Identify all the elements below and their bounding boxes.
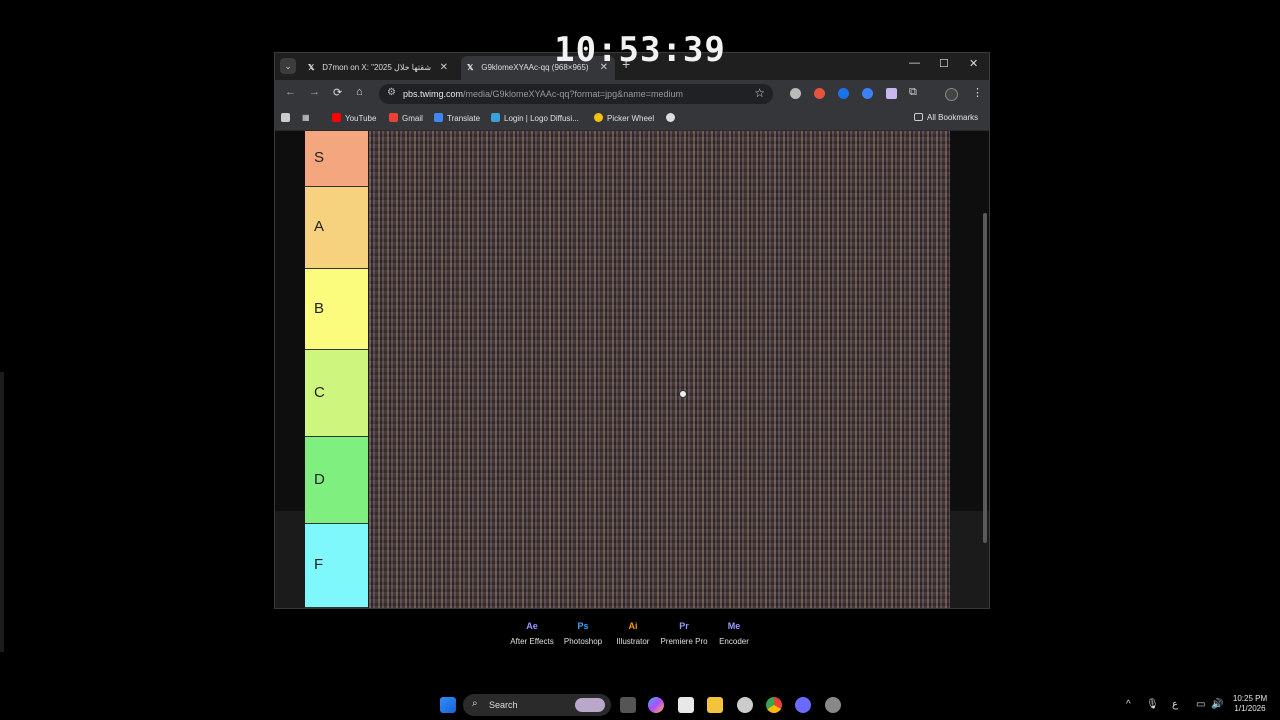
- taskbar-clock[interactable]: 10:25 PM 1/1/2026: [1222, 694, 1278, 714]
- bookmark-logo-diffusion[interactable]: Login | Logo Diffusi...: [491, 113, 579, 123]
- illustrator-icon: Ai: [628, 621, 638, 631]
- network-icon[interactable]: ▭: [1196, 699, 1205, 710]
- tier-row-s: S: [305, 131, 368, 187]
- forward-button[interactable]: →: [309, 86, 320, 98]
- apps-grid-icon[interactable]: ▦: [302, 113, 310, 122]
- tier-row-a: A: [305, 187, 368, 269]
- page-content: S A B C D F: [275, 131, 989, 608]
- url-text: pbs.twimg.com/media/G9klomeXYAAc-qq?form…: [403, 89, 683, 99]
- keyboard-language-indicator[interactable]: ع: [1172, 699, 1178, 710]
- page-scrollbar[interactable]: [983, 213, 987, 543]
- home-button[interactable]: ⌂: [356, 86, 363, 98]
- file-explorer-icon[interactable]: [707, 697, 723, 713]
- media-encoder-icon: Me: [727, 621, 741, 631]
- bookmark-star-icon[interactable]: ☆: [754, 86, 765, 100]
- after-effects-icon: Ae: [526, 621, 538, 631]
- extension-icon[interactable]: [790, 88, 801, 99]
- search-highlight-image: [575, 698, 605, 712]
- desktop-icon-media-encoder[interactable]: Me Encoder: [704, 617, 764, 646]
- tier-row-f: F: [305, 524, 368, 608]
- youtube-icon: [332, 113, 341, 122]
- extension-icon[interactable]: [838, 88, 849, 99]
- translate-icon: [434, 113, 443, 122]
- logo-diffusion-icon: [491, 113, 500, 122]
- picker-wheel-icon: [594, 113, 603, 122]
- profile-avatar[interactable]: [945, 88, 958, 101]
- app-icon[interactable]: [795, 697, 811, 713]
- task-view-icon[interactable]: [620, 697, 636, 713]
- tier-row-d: D: [305, 437, 368, 524]
- app-notification-icon[interactable]: [825, 697, 841, 713]
- gmail-icon: [389, 113, 398, 122]
- tier-list-image[interactable]: S A B C D F: [305, 131, 950, 608]
- taskbar: ⌕ Search ^ 🎙 ع ▭ 🔊 10:25 PM 1/1/2026: [0, 690, 1280, 720]
- bookmark-youtube[interactable]: YouTube: [332, 113, 376, 123]
- back-button[interactable]: ←: [285, 86, 296, 98]
- overlay-clock: 10:53:39: [554, 30, 726, 70]
- mouse-cursor: [679, 390, 687, 398]
- bookmarks-bar: ▦ YouTube Gmail Translate Login | Logo D…: [275, 108, 989, 131]
- tier-row-b: B: [305, 269, 368, 350]
- search-icon: ⌕: [472, 698, 478, 709]
- show-hidden-icons-chevron[interactable]: ^: [1126, 699, 1131, 710]
- microphone-icon[interactable]: 🎙: [1146, 699, 1159, 710]
- bookmark-translate[interactable]: Translate: [434, 113, 480, 123]
- folder-icon: [914, 113, 923, 121]
- sidebar-toggle-icon[interactable]: [281, 113, 294, 123]
- copilot-icon[interactable]: [648, 697, 664, 713]
- address-bar[interactable]: ⚙ pbs.twimg.com/media/G9klomeXYAAc-qq?fo…: [379, 84, 773, 104]
- reload-button[interactable]: ⟳: [333, 86, 342, 99]
- screen-edge-panel: [0, 372, 4, 652]
- extension-icon[interactable]: [814, 88, 825, 99]
- photoshop-icon: Ps: [577, 621, 589, 631]
- extension-icon[interactable]: [886, 88, 897, 99]
- windows-start-icon[interactable]: [440, 697, 456, 713]
- menu-kebab-icon[interactable]: ⋮: [972, 86, 983, 99]
- site-info-icon[interactable]: ⚙: [387, 87, 396, 98]
- chrome-icon[interactable]: [766, 697, 782, 713]
- tier-row-c: C: [305, 350, 368, 437]
- bookmark-picker-wheel[interactable]: Picker Wheel: [594, 113, 654, 123]
- settings-gear-icon[interactable]: [737, 697, 753, 713]
- bookmark-gmail[interactable]: Gmail: [389, 113, 423, 123]
- extension-icon[interactable]: [862, 88, 873, 99]
- tier-thumbnails-mosaic: [369, 131, 950, 608]
- extensions-puzzle-icon[interactable]: ⧉: [909, 86, 917, 99]
- all-bookmarks-button[interactable]: All Bookmarks: [914, 113, 978, 122]
- microsoft-store-icon[interactable]: [678, 697, 694, 713]
- taskbar-search[interactable]: ⌕ Search: [463, 694, 611, 716]
- browser-toolbar: ← → ⟳ ⌂ ⚙ pbs.twimg.com/media/G9klomeXYA…: [275, 80, 989, 108]
- browser-window: ⌄ 𝕏 D7mon on X: "2025 شقتها خلال ✕ 𝕏 G9k…: [274, 52, 990, 609]
- bookmark-globe-icon[interactable]: [666, 113, 679, 123]
- premiere-pro-icon: Pr: [679, 621, 689, 631]
